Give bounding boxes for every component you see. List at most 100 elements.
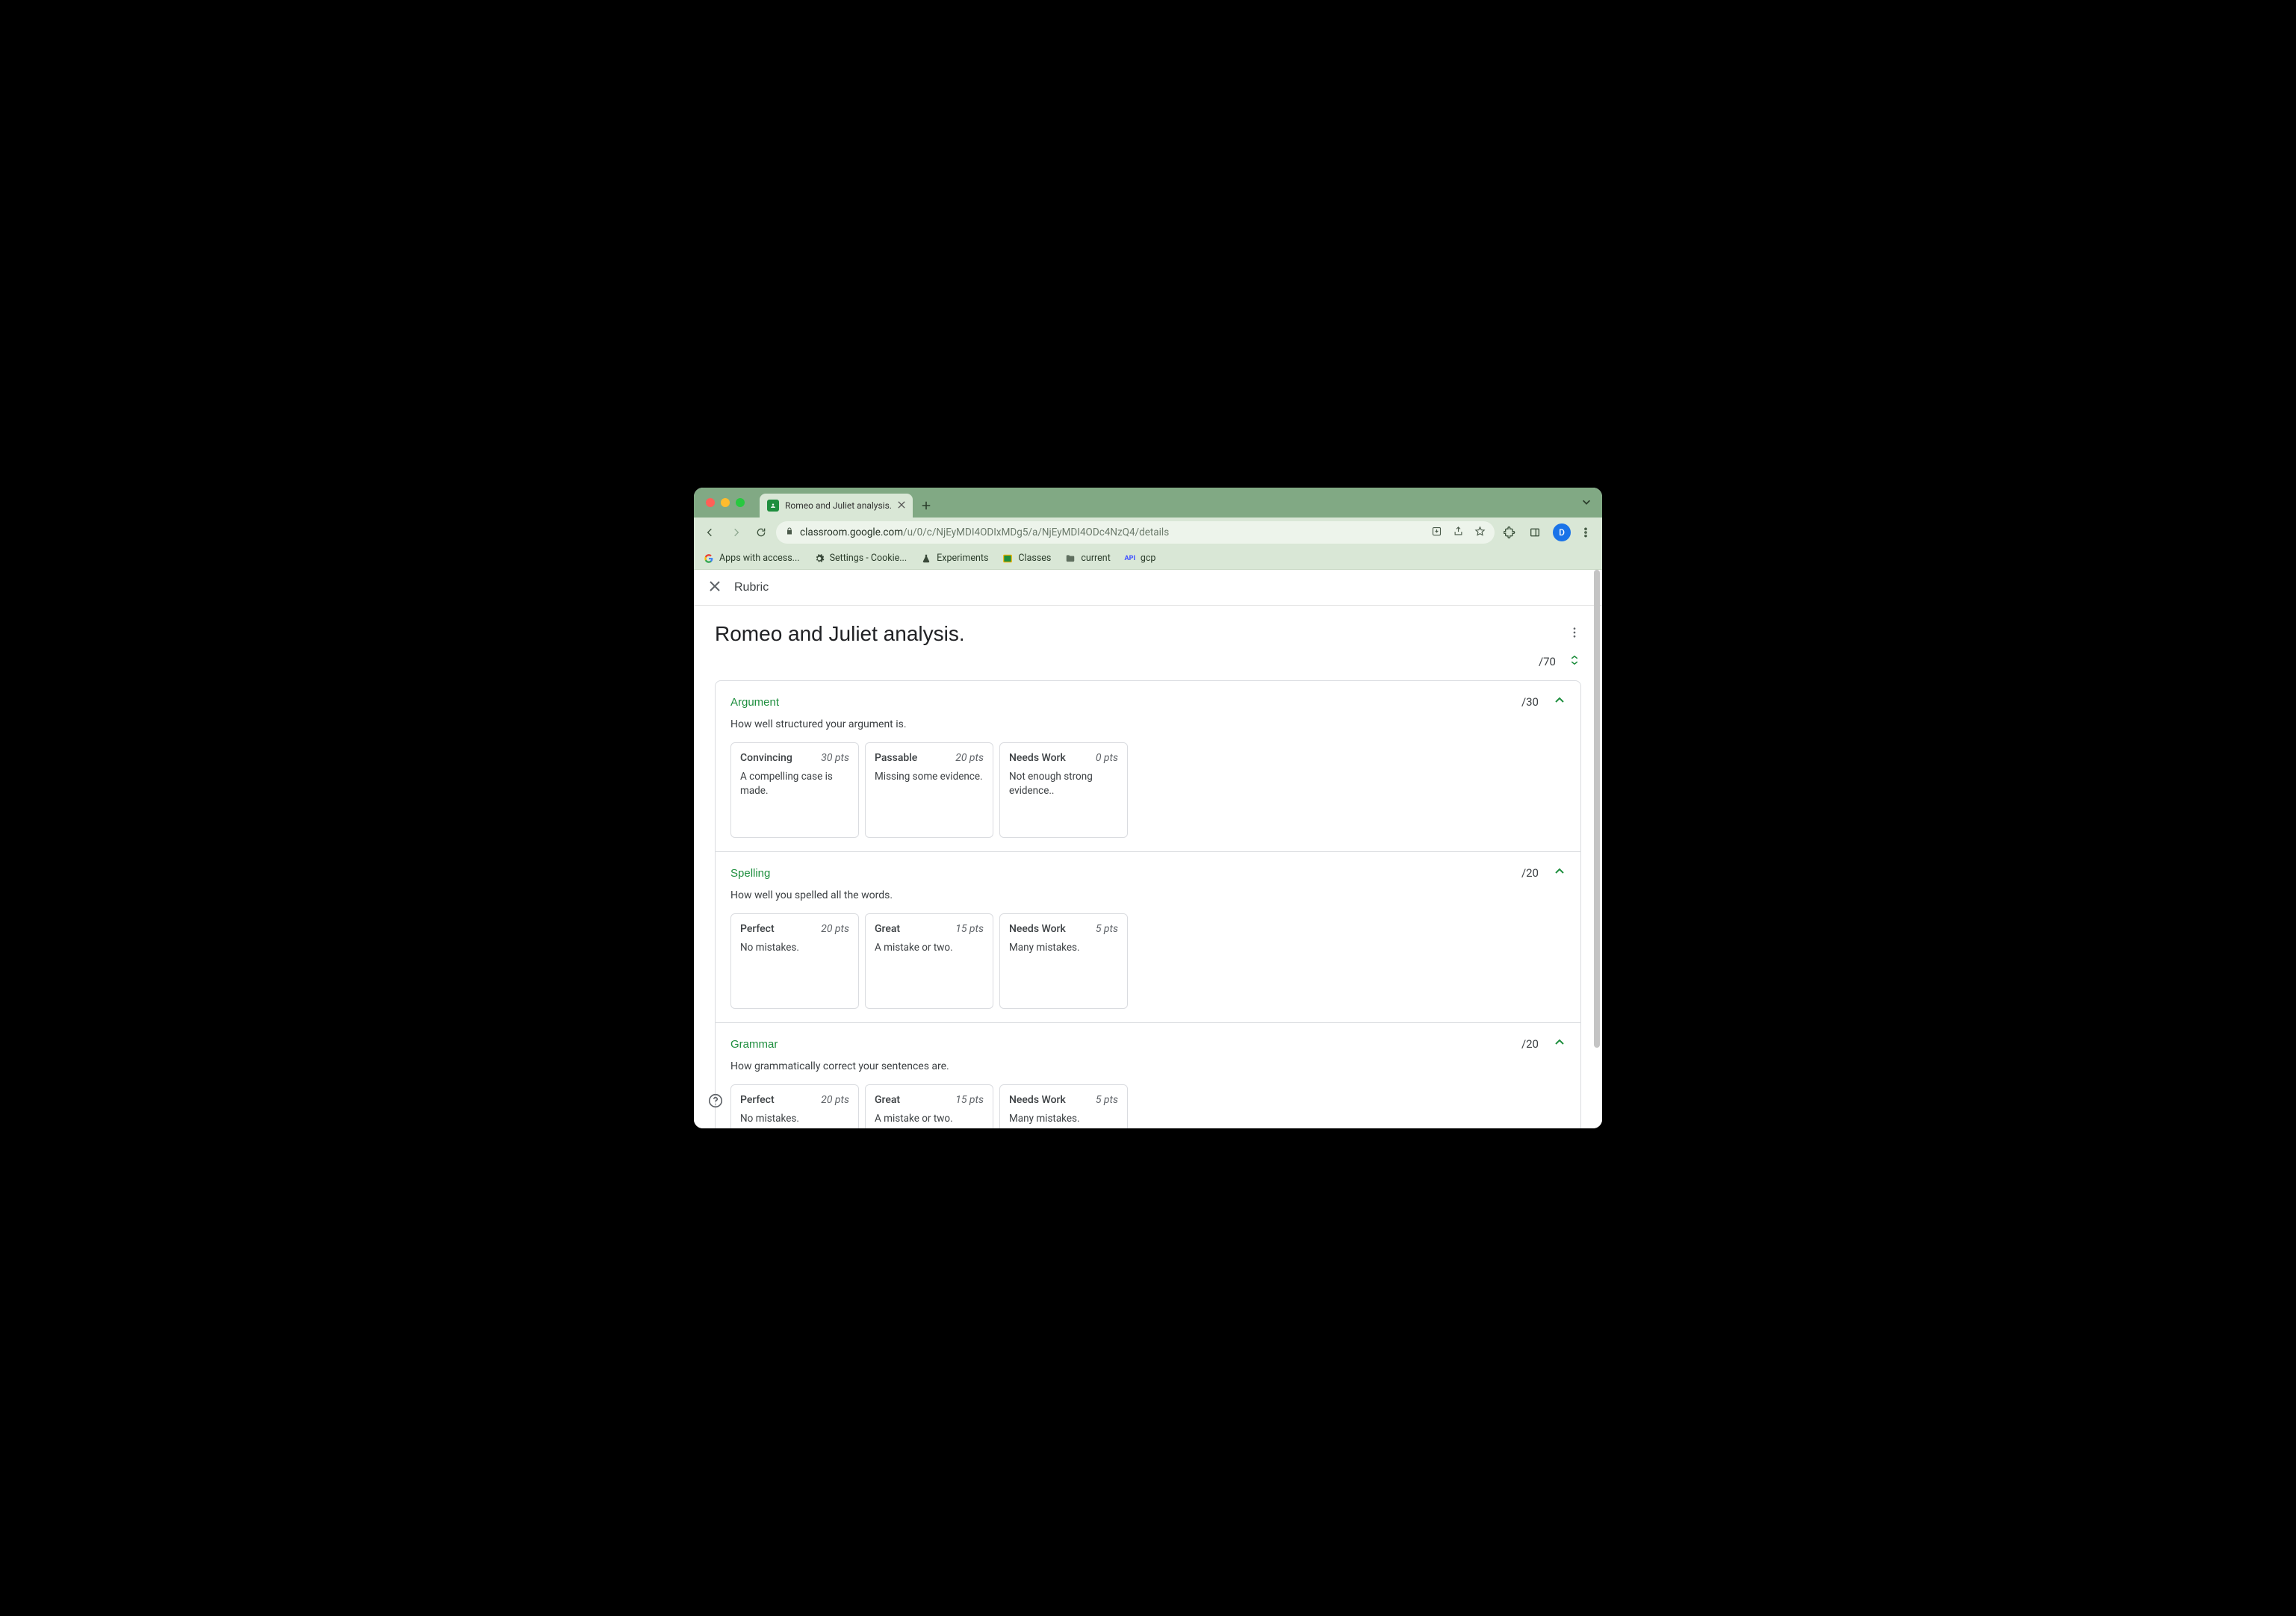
- criterion-name: Argument: [730, 696, 779, 709]
- level-name: Great: [875, 923, 900, 935]
- rubric-level[interactable]: Convincing 30 pts A compelling case is mad…: [730, 742, 859, 838]
- window-zoom-button[interactable]: [736, 498, 745, 507]
- profile-avatar[interactable]: D: [1553, 523, 1571, 541]
- criterion-argument: Argument/30 How well structured your argu…: [716, 681, 1580, 851]
- bookmark-current[interactable]: current: [1064, 553, 1110, 565]
- level-description: Many mistakes.: [1009, 1112, 1118, 1126]
- tab-title: Romeo and Juliet analysis.: [785, 500, 892, 511]
- criterion-name: Grammar: [730, 1038, 778, 1051]
- level-name: Great: [875, 1094, 900, 1106]
- reload-button[interactable]: [751, 522, 772, 543]
- rubric-level[interactable]: Perfect20 ptsNo mistakes.: [730, 1084, 859, 1128]
- close-rubric-button[interactable]: [709, 580, 721, 595]
- level-name: Passable: [875, 752, 917, 764]
- bookmark-classes[interactable]: Classes: [1002, 553, 1051, 565]
- close-icon[interactable]: [898, 500, 905, 511]
- rubric-level[interactable]: Needs Work0 ptsNot enough strong evidenc…: [999, 742, 1128, 838]
- url-text: classroom.google.com/u/0/c/NjEyMDI4ODIxM…: [800, 526, 1169, 538]
- rubric-more-options-button[interactable]: [1568, 626, 1581, 642]
- criterion-points: /30: [1521, 695, 1539, 709]
- address-bar[interactable]: classroom.google.com/u/0/c/NjEyMDI4ODIxM…: [776, 521, 1495, 544]
- level-description: A mistake or two.: [875, 1112, 984, 1126]
- chrome-menu-button[interactable]: [1575, 522, 1596, 543]
- api-icon: API: [1124, 553, 1136, 565]
- bookmark-label: gcp: [1141, 553, 1156, 564]
- bookmark-label: Classes: [1018, 553, 1051, 564]
- level-points: 5 pts: [1096, 1094, 1118, 1106]
- rubric-level[interactable]: Needs Work5 ptsMany mistakes.: [999, 1084, 1128, 1128]
- rubric-card: Argument/30 How well structured your argu…: [715, 680, 1581, 1128]
- level-description: A mistake or two.: [875, 941, 984, 955]
- install-app-icon[interactable]: [1431, 526, 1442, 540]
- criterion-levels: Perfect20 ptsNo mistakes.Great15 ptsA mi…: [730, 913, 1566, 1009]
- star-icon[interactable]: [1474, 526, 1486, 540]
- level-points: 20 pts: [955, 752, 984, 764]
- vertical-scrollbar[interactable]: [1592, 570, 1602, 1128]
- bookmark-apps-with-access[interactable]: Apps with access...: [703, 553, 800, 565]
- criterion-description: How well you spelled all the words.: [730, 889, 1566, 901]
- criterion-levels: Perfect20 ptsNo mistakes.Great15 ptsA mi…: [730, 1084, 1566, 1128]
- window-minimize-button[interactable]: [721, 498, 730, 507]
- level-description: A compelling case is made.: [740, 770, 849, 798]
- level-points: 30 pts: [821, 752, 849, 764]
- extensions-button[interactable]: [1499, 522, 1520, 543]
- collapse-all-button[interactable]: [1568, 653, 1581, 670]
- bookmark-experiments[interactable]: Experiments: [920, 553, 988, 565]
- level-name: Convincing: [740, 752, 792, 764]
- level-description: Missing some evidence.: [875, 770, 984, 784]
- classroom-icon: [767, 500, 779, 512]
- new-tab-button[interactable]: [916, 495, 937, 516]
- classroom-icon: [1002, 553, 1014, 565]
- criterion-description: How grammatically correct your sentences…: [730, 1060, 1566, 1072]
- level-points: 0 pts: [1096, 752, 1118, 764]
- back-button[interactable]: [700, 522, 721, 543]
- criterion-grammar: Grammar/20How grammatically correct your…: [716, 1022, 1580, 1128]
- rubric-level[interactable]: Perfect20 ptsNo mistakes.: [730, 913, 859, 1009]
- level-description: No mistakes.: [740, 941, 849, 955]
- folder-icon: [1064, 553, 1076, 565]
- collapse-criterion-button[interactable]: [1554, 694, 1566, 709]
- level-points: 15 pts: [955, 1094, 984, 1106]
- criterion-description: How well structured your argument is.: [730, 718, 1566, 730]
- collapse-criterion-button[interactable]: [1554, 866, 1566, 880]
- bookmark-label: Experiments: [937, 553, 988, 564]
- lock-icon: [785, 526, 794, 538]
- rubric-level[interactable]: Great15 ptsA mistake or two.: [865, 913, 993, 1009]
- total-points-row: /70: [715, 653, 1581, 670]
- google-icon: [703, 553, 715, 565]
- bookmark-label: Apps with access...: [719, 553, 800, 564]
- side-panel-button[interactable]: [1524, 522, 1545, 543]
- criterion-name: Spelling: [730, 867, 770, 880]
- tabs-dropdown-button[interactable]: [1577, 492, 1596, 515]
- collapse-criterion-button[interactable]: [1554, 1037, 1566, 1051]
- criterion-levels: Convincing 30 pts A compelling case is mad…: [730, 742, 1566, 838]
- window-traffic-lights: [700, 488, 751, 518]
- bookmark-settings-cookie[interactable]: Settings - Cookie...: [813, 553, 907, 565]
- bookmarks-bar: Apps with access... Settings - Cookie...…: [694, 547, 1602, 570]
- browser-window: Romeo and Juliet analysis. cl: [694, 488, 1602, 1128]
- toolbar: classroom.google.com/u/0/c/NjEyMDI4ODIxM…: [694, 518, 1602, 547]
- bookmark-label: current: [1081, 553, 1110, 564]
- address-bar-actions: [1431, 526, 1486, 540]
- window-close-button[interactable]: [706, 498, 715, 507]
- level-points: 20 pts: [821, 923, 849, 935]
- level-name: Needs Work: [1009, 923, 1066, 935]
- level-description: Many mistakes.: [1009, 941, 1118, 955]
- scrollbar-thumb[interactable]: [1594, 570, 1600, 1048]
- level-description: Not enough strong evidence..: [1009, 770, 1118, 798]
- bookmark-label: Settings - Cookie...: [830, 553, 907, 564]
- flask-icon: [920, 553, 932, 565]
- rubric-level[interactable]: Great 15 pts A mistake or two.: [865, 1084, 993, 1128]
- rubric-level[interactable]: Needs Work5 ptsMany mistakes.: [999, 913, 1128, 1009]
- share-icon[interactable]: [1453, 526, 1464, 540]
- tab-strip: Romeo and Juliet analysis.: [694, 488, 1602, 518]
- appbar-title: Rubric: [734, 581, 769, 594]
- bookmark-gcp[interactable]: API gcp: [1124, 553, 1156, 565]
- level-points: 20 pts: [821, 1094, 849, 1106]
- rubric-level[interactable]: Passable 20 pts Missing some evidence.: [865, 742, 993, 838]
- help-button[interactable]: [707, 1093, 724, 1112]
- level-name: Perfect: [740, 1094, 775, 1106]
- browser-tab-0[interactable]: Romeo and Juliet analysis.: [760, 494, 913, 518]
- forward-button[interactable]: [725, 522, 746, 543]
- rubric-title: Romeo and Juliet analysis.: [715, 622, 965, 646]
